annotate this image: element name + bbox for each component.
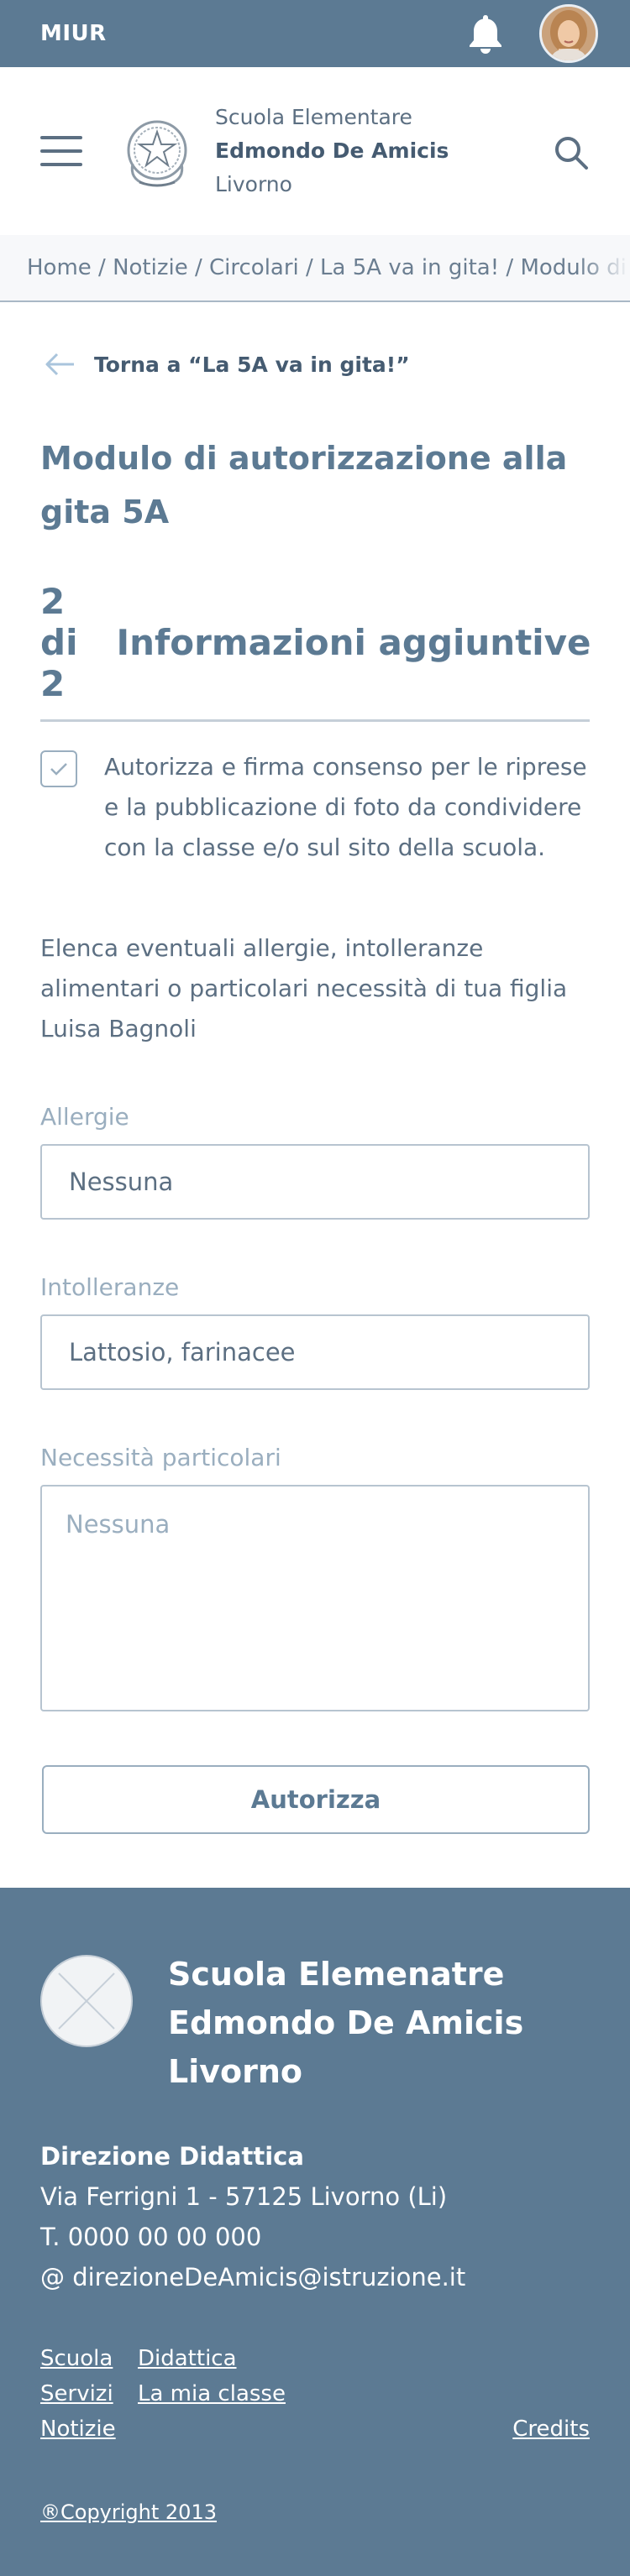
back-link-label: Torna a “La 5A va in gita!”	[94, 352, 410, 377]
footer-links-row: Servizi La mia classe	[40, 2376, 590, 2411]
search-icon[interactable]	[553, 134, 590, 171]
intolleranze-label: Intolleranze	[40, 1273, 180, 1301]
footer-link-scuola[interactable]: Scuola	[40, 2341, 138, 2376]
footer-link-notizie[interactable]: Notizie	[40, 2411, 138, 2447]
footer-email[interactable]: @ direzioneDeAmicis@istruzione.it	[40, 2257, 590, 2297]
school-name-line1: Scuola Elementare	[215, 105, 412, 129]
footer-phone: T. 0000 00 00 000	[40, 2223, 262, 2251]
intolleranze-field: Intolleranze Lattosio, farinacee	[0, 1273, 630, 1390]
allergie-label: Allergie	[40, 1103, 129, 1131]
footer-contact: Direzione Didattica Via Ferrigni 1 - 571…	[40, 2136, 590, 2297]
footer-links: Scuola Didattica Servizi La mia classe N…	[40, 2341, 590, 2447]
footer-link-servizi[interactable]: Servizi	[40, 2376, 138, 2411]
republic-emblem-icon	[123, 113, 192, 189]
bell-icon[interactable]	[467, 13, 504, 54]
menu-icon[interactable]	[40, 134, 82, 168]
footer-links-row: Notizie Credits	[40, 2411, 590, 2447]
site-header: Scuola Elementare Edmondo De Amicis Livo…	[0, 67, 630, 235]
back-link[interactable]: Torna a “La 5A va in gita!”	[0, 334, 630, 394]
step-title: Informazioni aggiuntive	[116, 622, 591, 663]
top-bar: MIUR	[0, 0, 630, 67]
necessita-field: Necessità particolari Nessuna	[0, 1444, 630, 1711]
consent-text: Autorizza e firma consenso per le ripres…	[104, 753, 587, 861]
footer-link-credits[interactable]: Credits	[512, 2411, 590, 2447]
copyright: ®Copyright 2013	[40, 2500, 590, 2524]
footer-link-la-mia-classe[interactable]: La mia classe	[138, 2376, 286, 2411]
footer-school-name[interactable]: Scuola Elemenatre Edmondo De Amicis Livo…	[168, 1950, 523, 2096]
school-name-line3: Livorno	[215, 172, 292, 196]
footer-title-line1: Scuola Elemenatre	[168, 1956, 505, 1993]
footer-links-row: Scuola Didattica	[40, 2341, 590, 2376]
consent-row[interactable]: Autorizza e firma consenso per le ripres…	[0, 747, 630, 868]
check-icon	[50, 763, 67, 776]
user-avatar[interactable]	[539, 4, 598, 63]
step-number: 2 di 2	[40, 581, 78, 704]
top-bar-actions	[467, 4, 598, 63]
footer-header: Scuola Elemenatre Edmondo De Amicis Livo…	[40, 1955, 590, 2096]
allergie-field: Allergie Nessuna	[0, 1103, 630, 1220]
arrow-left-icon	[44, 352, 77, 377]
autorizza-button[interactable]: Autorizza	[42, 1765, 590, 1834]
footer-title-line3: Livorno	[168, 2053, 303, 2090]
intro-text: Elenca eventuali allergie, intolleranze …	[40, 934, 568, 1042]
brand-label[interactable]: MIUR	[40, 21, 107, 46]
school-name-line2: Edmondo De Amicis	[215, 138, 449, 163]
necessita-textarea[interactable]: Nessuna	[40, 1485, 590, 1711]
allergie-input[interactable]: Nessuna	[40, 1144, 590, 1220]
consent-checkbox[interactable]	[40, 750, 77, 787]
page-title: Modulo di autorizzazione alla gita 5A	[40, 440, 568, 530]
footer-address: Via Ferrigni 1 - 57125 Livorno (Li)	[40, 2182, 448, 2211]
site-footer: Scuola Elemenatre Edmondo De Amicis Livo…	[0, 1888, 630, 2576]
breadcrumb[interactable]: Home / Notizie / Circolari / La 5A va in…	[0, 235, 630, 302]
footer-title-line2: Edmondo De Amicis	[168, 2004, 524, 2041]
school-name[interactable]: Scuola Elementare Edmondo De Amicis Livo…	[215, 101, 449, 201]
copyright-link[interactable]: ®Copyright 2013	[40, 2500, 217, 2524]
footer-link-didattica[interactable]: Didattica	[138, 2341, 237, 2376]
intolleranze-input[interactable]: Lattosio, farinacee	[40, 1314, 590, 1390]
footer-dir-title: Direzione Didattica	[40, 2142, 304, 2171]
necessita-label: Necessità particolari	[40, 1444, 281, 1471]
step-header: 2 di 2 Informazioni aggiuntive	[40, 581, 591, 722]
school-logo-icon[interactable]	[40, 1955, 133, 2047]
submit-wrapper: Autorizza	[0, 1765, 630, 1834]
